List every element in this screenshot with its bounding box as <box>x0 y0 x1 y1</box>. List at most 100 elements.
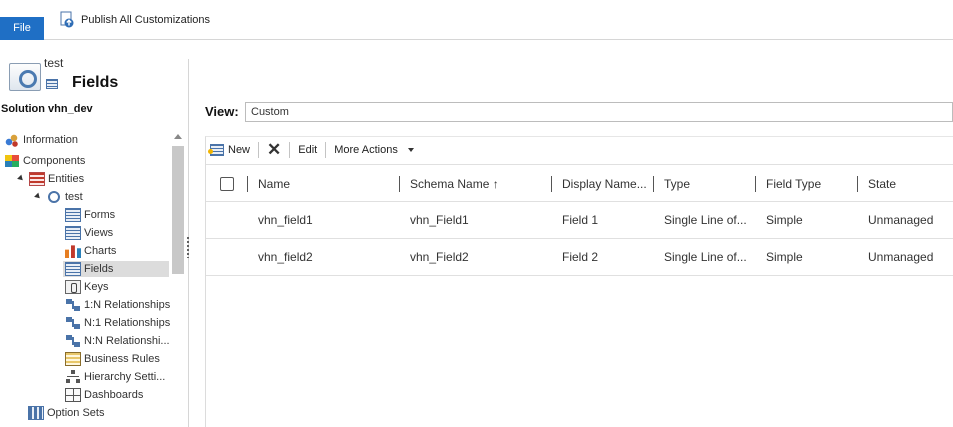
relationship-icon <box>65 334 81 348</box>
edit-label: Edit <box>298 144 318 156</box>
nav-item-n1-relationships[interactable]: N:1 Relationships <box>65 315 170 331</box>
nav-scrollbar[interactable] <box>171 132 185 427</box>
publish-all-button[interactable]: Publish All Customizations <box>59 11 210 28</box>
table-row[interactable]: vhn_field1 vhn_Field1 Field 1 Single Lin… <box>206 202 953 239</box>
components-icon <box>4 154 20 168</box>
cell-state: Unmanaged <box>868 250 934 264</box>
nav-label: Charts <box>84 245 117 257</box>
cell-field-type: Simple <box>766 250 803 264</box>
nav-item-charts[interactable]: Charts <box>65 243 116 259</box>
delete-icon: ✕ <box>267 140 282 159</box>
cell-field-type: Simple <box>766 213 803 227</box>
view-label: View: <box>205 104 239 119</box>
column-header-name[interactable]: Name <box>258 165 290 203</box>
nav-label: Forms <box>84 209 116 221</box>
nav-label: Components <box>23 155 86 167</box>
nav-label: Hierarchy Setti... <box>84 371 166 383</box>
solution-label: Solution vhn_dev <box>1 103 93 115</box>
cell-type: Single Line of... <box>664 213 747 227</box>
fields-icon <box>65 262 81 276</box>
nav-label: Option Sets <box>47 407 105 419</box>
key-icon <box>65 280 81 294</box>
views-icon <box>65 226 81 240</box>
page-title: Fields <box>72 74 119 91</box>
nav-item-business-rules[interactable]: Business Rules <box>65 351 160 367</box>
information-icon <box>4 133 20 147</box>
column-header-field-type[interactable]: Field Type <box>766 165 821 203</box>
column-header-state[interactable]: State <box>868 165 896 203</box>
more-actions-label: More Actions <box>334 144 398 156</box>
nav-item-hierarchy-settings[interactable]: Hierarchy Setti... <box>65 369 165 385</box>
column-header-display-name[interactable]: Display Name... <box>562 165 647 203</box>
edit-button[interactable]: Edit <box>290 140 325 160</box>
file-button[interactable]: File <box>0 17 44 40</box>
delete-button[interactable]: ✕ <box>259 140 289 160</box>
pane-splitter[interactable] <box>186 236 190 258</box>
left-nav: test Fields Solution vhn_dev Information… <box>0 41 190 427</box>
new-label: New <box>228 144 251 156</box>
fields-grid: New ✕ Edit More Actions Name Schema Name… <box>205 136 953 427</box>
cell-schema-name: vhn_Field1 <box>410 213 469 227</box>
dashboards-icon <box>65 388 81 402</box>
column-divider[interactable] <box>399 176 400 192</box>
nav-item-views[interactable]: Views <box>65 225 113 241</box>
column-header-type[interactable]: Type <box>664 165 690 203</box>
nav-item-keys[interactable]: Keys <box>65 279 108 295</box>
expand-arrow-icon[interactable] <box>16 172 26 186</box>
cell-display-name: Field 2 <box>562 250 599 264</box>
publish-icon <box>59 11 75 28</box>
publish-label: Publish All Customizations <box>81 13 211 26</box>
column-divider[interactable] <box>551 176 552 192</box>
nav-item-entity-test[interactable]: test <box>33 189 83 205</box>
command-bar: New ✕ Edit More Actions <box>206 137 953 163</box>
nav-label: Entities <box>48 173 85 185</box>
entity-name: test <box>44 56 64 70</box>
forms-icon <box>65 208 81 222</box>
nav-label: test <box>65 191 83 203</box>
cell-display-name: Field 1 <box>562 213 599 227</box>
entities-icon <box>29 172 45 186</box>
new-button[interactable]: New <box>206 140 258 160</box>
nav-label: Dashboards <box>84 389 144 401</box>
nav-item-nn-relationships[interactable]: N:N Relationshi... <box>65 333 170 349</box>
expand-arrow-icon[interactable] <box>33 190 43 204</box>
table-row[interactable]: vhn_field2 vhn_Field2 Field 2 Single Lin… <box>206 239 953 276</box>
view-selector[interactable]: Custom <box>245 102 953 122</box>
scroll-up-icon[interactable] <box>174 134 182 139</box>
cell-name: vhn_field1 <box>258 213 313 227</box>
column-divider[interactable] <box>653 176 654 192</box>
chevron-down-icon <box>407 148 414 152</box>
nav-label: N:1 Relationships <box>84 317 171 329</box>
nav-item-dashboards[interactable]: Dashboards <box>65 387 143 403</box>
nav-item-information[interactable]: Information <box>4 132 78 148</box>
more-actions-button[interactable]: More Actions <box>326 140 422 160</box>
nav-item-forms[interactable]: Forms <box>65 207 115 223</box>
relationship-icon <box>65 298 81 312</box>
cell-type: Single Line of... <box>664 250 747 264</box>
ribbon: File Publish All Customizations <box>0 0 953 40</box>
nav-item-1n-relationships[interactable]: 1:N Relationships <box>65 297 170 313</box>
scroll-thumb[interactable] <box>172 146 184 274</box>
nav-item-fields[interactable]: Fields <box>63 261 169 277</box>
settings-icon <box>9 63 41 91</box>
nav-item-option-sets[interactable]: Option Sets <box>28 405 104 421</box>
nav-label: Fields <box>84 263 114 275</box>
nav-label: Business Rules <box>84 353 160 365</box>
charts-icon <box>65 245 81 258</box>
new-icon <box>208 144 224 156</box>
column-divider[interactable] <box>857 176 858 192</box>
option-sets-icon <box>28 406 44 420</box>
fields-icon <box>46 79 58 89</box>
nav-label: Information <box>23 134 79 146</box>
nav-item-components[interactable]: Components <box>4 153 85 169</box>
column-divider[interactable] <box>247 176 248 192</box>
cell-state: Unmanaged <box>868 213 934 227</box>
nav-label: Keys <box>84 281 109 293</box>
select-all-checkbox[interactable] <box>220 177 234 191</box>
nav-label: Views <box>84 227 114 239</box>
column-divider[interactable] <box>755 176 756 192</box>
cell-name: vhn_field2 <box>258 250 313 264</box>
nav-item-entities[interactable]: Entities <box>16 171 84 187</box>
column-header-schema-name[interactable]: Schema Name ↑ <box>410 165 499 203</box>
nav-label: N:N Relationshi... <box>84 335 170 347</box>
